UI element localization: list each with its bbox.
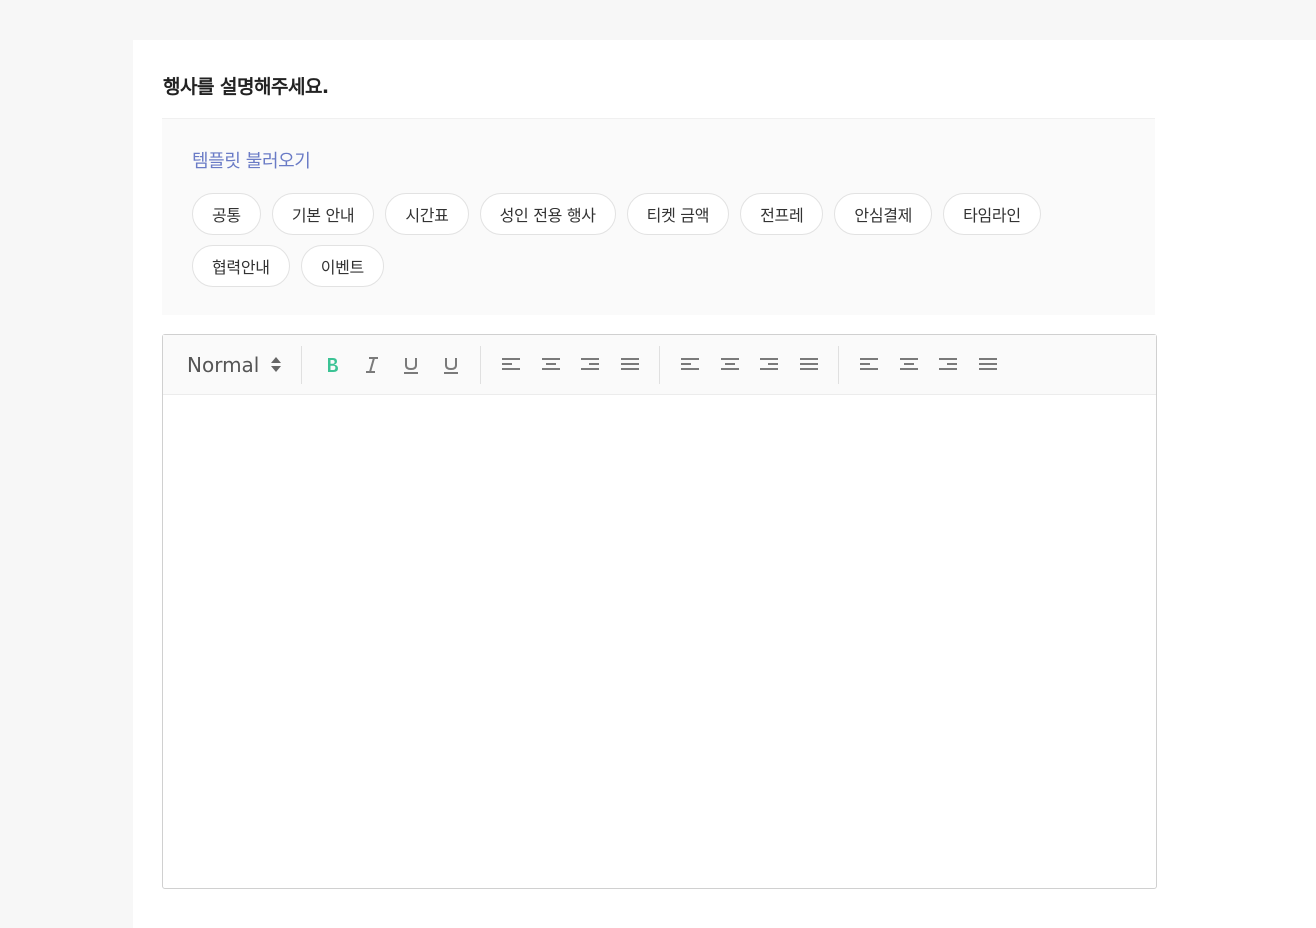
underline-alt-button[interactable]	[431, 348, 471, 382]
align-right-button[interactable]	[570, 348, 610, 382]
template-chip-ticket-price[interactable]: 티켓 금액	[626, 193, 730, 235]
align-right-icon	[760, 357, 779, 370]
italic-icon	[365, 356, 378, 373]
align-left-icon	[860, 357, 879, 370]
editor-toolbar: Normal	[163, 335, 1156, 395]
underline-icon	[404, 357, 419, 374]
align-left-button[interactable]	[670, 348, 710, 382]
align-right-icon	[581, 357, 600, 370]
main-panel: 행사를 설명해주세요. 템플릿 불러오기 공통 기본 안내 시간표 성인 전용 …	[133, 40, 1316, 928]
template-chip-safe-payment[interactable]: 안심결제	[834, 193, 933, 235]
align-center-icon	[541, 357, 560, 370]
font-size-label: Normal	[187, 352, 260, 377]
toolbar-divider	[480, 345, 482, 384]
align-left-icon	[502, 357, 521, 370]
bold-button[interactable]	[312, 348, 352, 382]
align-justify-button[interactable]	[968, 348, 1008, 382]
underline-icon	[443, 357, 458, 374]
template-chip-presale[interactable]: 전프레	[740, 193, 824, 235]
align-center-button[interactable]	[531, 348, 571, 382]
align-justify-icon	[799, 357, 818, 370]
template-chip-timeline[interactable]: 타임라인	[943, 193, 1041, 235]
page-title: 행사를 설명해주세요.	[163, 76, 329, 98]
template-chip-schedule[interactable]: 시간표	[385, 193, 469, 235]
editor-content-area[interactable]	[163, 395, 1156, 887]
align-left-button[interactable]	[849, 348, 889, 382]
align-center-icon	[899, 357, 918, 370]
bold-icon	[328, 357, 339, 372]
toolbar-divider	[301, 345, 303, 384]
align-justify-icon	[978, 357, 997, 370]
align-right-button[interactable]	[928, 348, 968, 382]
template-chip-list: 공통 기본 안내 시간표 성인 전용 행사 티켓 금액 전프레 안심결제 타임라…	[192, 193, 1092, 287]
align-justify-button[interactable]	[789, 348, 829, 382]
align-left-icon	[681, 357, 700, 370]
template-section-title: 템플릿 불러오기	[192, 151, 311, 172]
template-section: 템플릿 불러오기 공통 기본 안내 시간표 성인 전용 행사 티켓 금액 전프레…	[162, 118, 1155, 315]
align-center-button[interactable]	[889, 348, 929, 382]
align-left-button[interactable]	[491, 348, 531, 382]
rich-text-editor: Normal	[162, 334, 1157, 889]
toolbar-divider	[659, 345, 661, 384]
template-chip-event[interactable]: 이벤트	[300, 245, 384, 287]
italic-button[interactable]	[352, 348, 392, 382]
align-justify-icon	[620, 357, 639, 370]
select-arrows-icon	[271, 357, 282, 372]
align-center-button[interactable]	[710, 348, 750, 382]
template-chip-basic-info[interactable]: 기본 안내	[271, 193, 375, 235]
toolbar-divider	[838, 345, 840, 384]
align-center-icon	[720, 357, 739, 370]
template-chip-common[interactable]: 공통	[192, 193, 261, 235]
template-chip-partnership[interactable]: 협력안내	[192, 245, 290, 287]
align-right-button[interactable]	[749, 348, 789, 382]
align-right-icon	[939, 357, 958, 370]
font-size-select[interactable]: Normal	[177, 348, 291, 382]
align-justify-button[interactable]	[610, 348, 650, 382]
template-chip-adult-only[interactable]: 성인 전용 행사	[479, 193, 616, 235]
underline-button[interactable]	[391, 348, 431, 382]
